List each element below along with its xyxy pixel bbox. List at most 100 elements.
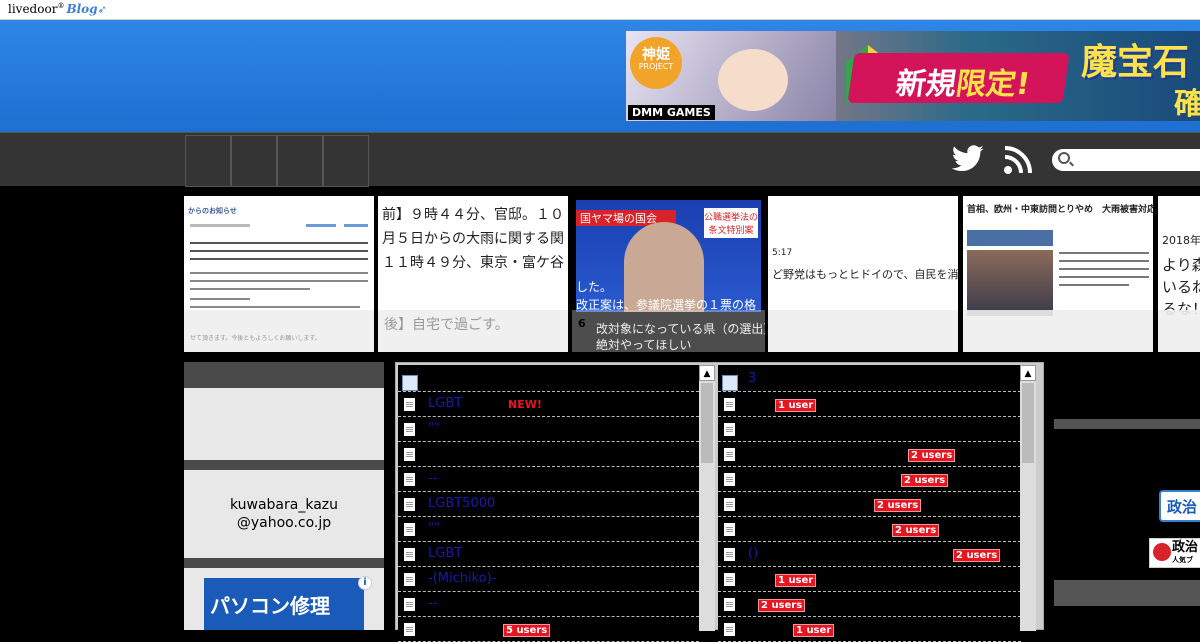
document-icon	[724, 598, 735, 611]
ranking-row[interactable]: LGBT5000	[398, 492, 699, 517]
nav-button-2[interactable]	[231, 135, 277, 187]
article-thumb-2[interactable]: 前】９時４４分、官邸。１０ 月５日からの大雨に関する関 １１時４９分、東京・富ケ…	[378, 196, 568, 352]
users-count-badge[interactable]: 2 users	[953, 549, 1001, 562]
users-count-badge[interactable]: 2 users	[908, 449, 956, 462]
thumb-1-caption: せて頂きます。今後ともよろしくお願いします。	[190, 335, 321, 342]
ranking-row-title[interactable]: ""	[428, 421, 440, 436]
ranking-row[interactable]: LGBT NEW!	[398, 392, 699, 417]
document-icon	[724, 398, 735, 411]
thumb-2-line2: 月５日からの大雨に関する関	[382, 231, 564, 247]
users-count-badge[interactable]: 5 users	[503, 624, 551, 637]
thumb-3-line1: した。	[576, 280, 613, 294]
article-thumbnail-strip: からのお知らせ せて頂きます。今後ともよろしくお願いします。 前】９時４４分、官…	[0, 196, 1200, 352]
users-count-badge[interactable]: 2 users	[901, 474, 949, 487]
article-thumb-5[interactable]: 首相、欧州・中東訪問とりやめ 大雨被害対応	[963, 196, 1153, 352]
ranking-row[interactable]	[718, 417, 1021, 442]
sidebar-header-2	[184, 460, 384, 470]
scroll-up-arrow[interactable]: ▲	[699, 365, 715, 381]
article-thumb-6[interactable]: 2018年( より森 いるね るな！	[1158, 196, 1200, 352]
scroll-thumb[interactable]	[701, 383, 713, 463]
ranking-column-right: 3 1 user 2 users 2 users 2 users 2 users () 2 …	[718, 365, 1021, 642]
thumb-3-line4: 絶対やってほしい	[596, 338, 692, 352]
ranking-right-header-text: 3	[748, 371, 757, 386]
badge2-main: 政治	[1172, 540, 1199, 555]
ranking-row-title[interactable]: ()	[748, 546, 758, 561]
twitter-icon[interactable]	[951, 144, 985, 174]
feather-icon: ➶	[97, 3, 107, 16]
thumb-6-line2: より森	[1162, 256, 1200, 274]
contact-email: kuwabara_kazu @yahoo.co.jp	[184, 496, 384, 532]
search-input[interactable]	[1052, 149, 1200, 171]
ranking-row[interactable]	[398, 442, 699, 467]
header-advertisement[interactable]: 神姫 PROJECT DMM GAMES 新規限定! 魔宝石 確	[626, 31, 1200, 121]
document-icon	[724, 448, 735, 461]
ranking-row[interactable]: ""	[398, 417, 699, 442]
article-thumb-4[interactable]: 5:17 ど野党はもっとヒドイので、自民を消極	[768, 196, 958, 352]
users-count-badge[interactable]: 2 users	[892, 524, 940, 537]
users-count-badge[interactable]: 1 user	[793, 624, 835, 637]
users-count-badge[interactable]: 1 user	[775, 399, 817, 412]
politics-popular-badge[interactable]: 政治 人気ブ	[1149, 538, 1200, 568]
ranking-row-title[interactable]: LGBT5000	[428, 496, 495, 511]
ranking-row-title[interactable]: -(Michiko)-	[428, 571, 496, 586]
scroll-up-arrow[interactable]: ▲	[1020, 365, 1036, 381]
edit-icon	[402, 375, 418, 391]
document-icon	[724, 473, 735, 486]
ranking-row[interactable]: 2 users	[718, 517, 1021, 542]
article-thumb-3[interactable]: 国ヤマ場の国会 公職選挙法の条文特別案 した。 改正案は、参議院選挙の１票の格 …	[572, 196, 765, 352]
document-icon	[404, 548, 415, 561]
logo-registered: ®	[57, 2, 65, 10]
document-icon	[404, 498, 415, 511]
ranking-row-title[interactable]: LGBT	[428, 396, 462, 411]
ranking-row[interactable]: 2 users	[718, 467, 1021, 492]
document-icon	[724, 548, 735, 561]
badge-line1: 神姫	[642, 47, 670, 63]
ranking-row[interactable]: 2 users	[718, 442, 1021, 467]
ranking-row[interactable]: 1 user	[718, 392, 1021, 417]
new-limited-label: 新規限定!	[847, 53, 1070, 103]
ranking-row[interactable]: 1 user	[718, 567, 1021, 592]
article-thumb-1[interactable]: からのお知らせ せて頂きます。今後ともよろしくお願いします。	[184, 196, 374, 352]
ranking-row-title[interactable]: --	[428, 471, 437, 486]
nav-button-3[interactable]	[277, 135, 323, 187]
nav-button-1[interactable]	[185, 135, 231, 187]
ad-info-icon[interactable]: i	[358, 576, 372, 590]
rss-icon[interactable]	[1003, 145, 1033, 175]
scroll-thumb[interactable]	[1022, 383, 1034, 463]
thumb-1-heading: からのお知らせ	[188, 207, 237, 215]
users-count-badge[interactable]: 1 user	[775, 574, 817, 587]
thumb-4-line1: ど野党はもっとヒドイので、自民を消極	[772, 268, 958, 281]
document-icon	[404, 573, 415, 586]
ranking-row[interactable]: LGBT	[398, 542, 699, 567]
users-count-badge[interactable]: 2 users	[874, 499, 922, 512]
document-icon	[404, 598, 415, 611]
thumb-1-overlay	[184, 310, 374, 352]
ranking-row[interactable]: 2 users	[718, 592, 1021, 617]
document-icon	[724, 573, 735, 586]
ranking-row[interactable]: -(Michiko)-	[398, 567, 699, 592]
ranking-row[interactable]: () 2 users	[718, 542, 1021, 567]
ranking-row[interactable]: 2 users	[718, 492, 1021, 517]
thumb-2-line1: 前】９時４４分、官邸。１０	[382, 207, 564, 223]
thumb-3-number: 6	[578, 317, 586, 330]
thumb-2-caption: 後】自宅で過ごす。	[384, 317, 509, 333]
ranking-row-title[interactable]: ""	[428, 521, 440, 536]
ranking-row-title[interactable]: --	[428, 596, 437, 611]
scrollbar-left[interactable]: ▲	[699, 365, 715, 631]
politics-ranking-badge[interactable]: 政治	[1159, 490, 1200, 522]
scrollbar-right[interactable]: ▲	[1020, 365, 1036, 631]
ranking-row[interactable]: --	[398, 467, 699, 492]
shinki-project-badge: 神姫 PROJECT	[630, 37, 682, 89]
pc-repair-ad[interactable]: パソコン修理 i	[204, 576, 372, 630]
ranking-row-title[interactable]: LGBT	[428, 546, 462, 561]
nav-button-4[interactable]	[323, 135, 369, 187]
ranking-row[interactable]: ""	[398, 517, 699, 542]
thumb-4-time: 5:17	[772, 248, 793, 258]
users-count-badge[interactable]: 2 users	[758, 599, 806, 612]
document-icon	[404, 523, 415, 536]
ranking-header-right: 3	[718, 367, 1021, 392]
ranking-row[interactable]: --	[398, 592, 699, 617]
document-icon	[724, 423, 735, 436]
top-bar: livedoor® Blog➶	[0, 0, 1200, 20]
livedoor-blog-logo[interactable]: livedoor® Blog➶	[8, 2, 107, 16]
